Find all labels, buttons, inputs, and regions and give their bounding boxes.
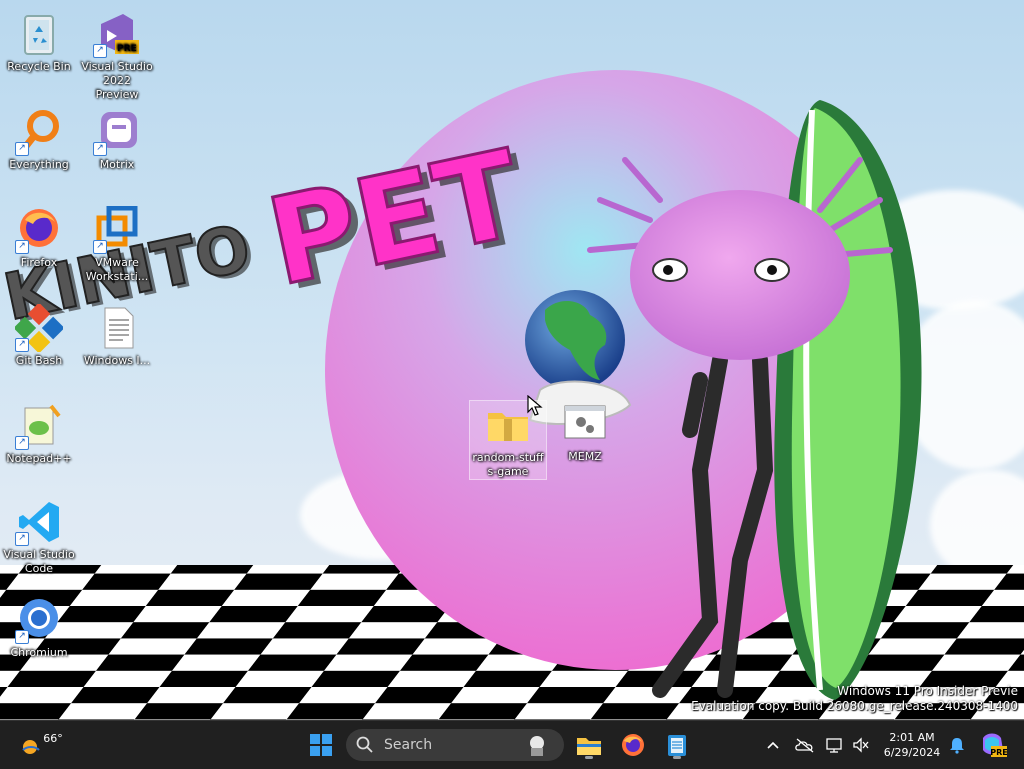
- weather-sun-icon: [22, 740, 40, 754]
- svg-text:PRE: PRE: [990, 748, 1007, 757]
- volume-tray[interactable]: [850, 729, 872, 761]
- svg-text:PRE: PRE: [117, 44, 137, 54]
- notification-bell-icon: [950, 738, 964, 754]
- desktop-icon-notepad-plus-plus[interactable]: ↗ Notepad++: [2, 402, 76, 466]
- chromium-icon: ↗: [15, 596, 63, 644]
- network-tray[interactable]: [824, 729, 846, 761]
- firefox-icon: [622, 734, 644, 756]
- start-icon: [310, 734, 332, 756]
- desktop-icon-chromium[interactable]: ↗ Chromium: [2, 596, 76, 660]
- clock[interactable]: 2:01 AM 6/29/2024: [878, 729, 946, 761]
- taskbar-firefox[interactable]: [616, 729, 650, 761]
- text-document-icon: [93, 304, 141, 352]
- visual-studio-preview-icon: PRE ↗: [93, 10, 141, 58]
- desktop-icon-vmware[interactable]: ↗ VMware Workstati...: [80, 205, 154, 284]
- onedrive-tray[interactable]: [792, 729, 818, 761]
- recycle-bin-icon: [15, 10, 63, 58]
- desktop-icon-memz[interactable]: MEMZ: [548, 400, 622, 464]
- vmware-icon: ↗: [93, 205, 141, 254]
- surfboard: [774, 100, 922, 700]
- notepad-icon: [668, 735, 686, 756]
- desktop-icon-firefox[interactable]: ↗ Firefox: [2, 206, 76, 270]
- desktop-icon-motrix[interactable]: ↗ Motrix: [80, 108, 154, 172]
- zip-folder-icon: [484, 401, 532, 449]
- desktop-icon-visual-studio-preview[interactable]: PRE ↗ Visual Studio 2022 Preview: [80, 10, 154, 102]
- executable-icon: [561, 400, 609, 448]
- vscode-icon: ↗: [15, 498, 63, 546]
- desktop-icon-recycle-bin[interactable]: Recycle Bin: [2, 10, 76, 74]
- taskbar-file-explorer[interactable]: [572, 729, 606, 761]
- desktop[interactable]: KINITO KINITO PET PET Recycle Bin PRE ↗ …: [0, 0, 1024, 720]
- motrix-icon: ↗: [93, 108, 141, 156]
- desktop-icon-everything[interactable]: ↗ Everything: [2, 108, 76, 172]
- search-icon: [356, 736, 373, 753]
- notepad-plus-plus-icon: ↗: [15, 402, 63, 450]
- running-indicator: [585, 756, 593, 759]
- copilot-button[interactable]: PRE: [976, 729, 1010, 761]
- desktop-icon-git-bash[interactable]: ↗ Git Bash: [2, 302, 76, 368]
- onedrive-offline-icon: [795, 738, 814, 753]
- taskbar-search[interactable]: Search: [346, 729, 564, 761]
- evaluation-watermark: Windows 11 Pro Insider Previe Evaluation…: [691, 684, 1018, 713]
- notifications-button[interactable]: [946, 729, 968, 761]
- taskbar: 66° Search 2:01 AM 6/29/2024 PRE: [0, 720, 1024, 769]
- weather-widget[interactable]: 66°: [16, 729, 66, 761]
- show-hidden-icons-button[interactable]: [762, 729, 784, 761]
- desktop-icon-vscode[interactable]: ↗ Visual Studio Code: [2, 498, 76, 576]
- chevron-up-icon: [767, 741, 779, 749]
- copilot-icon: PRE: [983, 733, 1007, 757]
- volume-muted-icon: [853, 737, 869, 753]
- file-explorer-icon: [577, 738, 601, 755]
- start-button[interactable]: [304, 729, 338, 761]
- desktop-icon-windows-text-file[interactable]: Windows I...: [80, 304, 154, 368]
- git-bash-icon: ↗: [13, 302, 65, 354]
- network-icon: [826, 738, 842, 753]
- search-highlight-icon: [530, 736, 544, 756]
- mouse-cursor-icon: [527, 395, 543, 416]
- everything-search-icon: ↗: [15, 108, 63, 156]
- running-indicator: [673, 756, 681, 759]
- taskbar-notepad[interactable]: [660, 729, 694, 761]
- firefox-icon: ↗: [15, 206, 63, 254]
